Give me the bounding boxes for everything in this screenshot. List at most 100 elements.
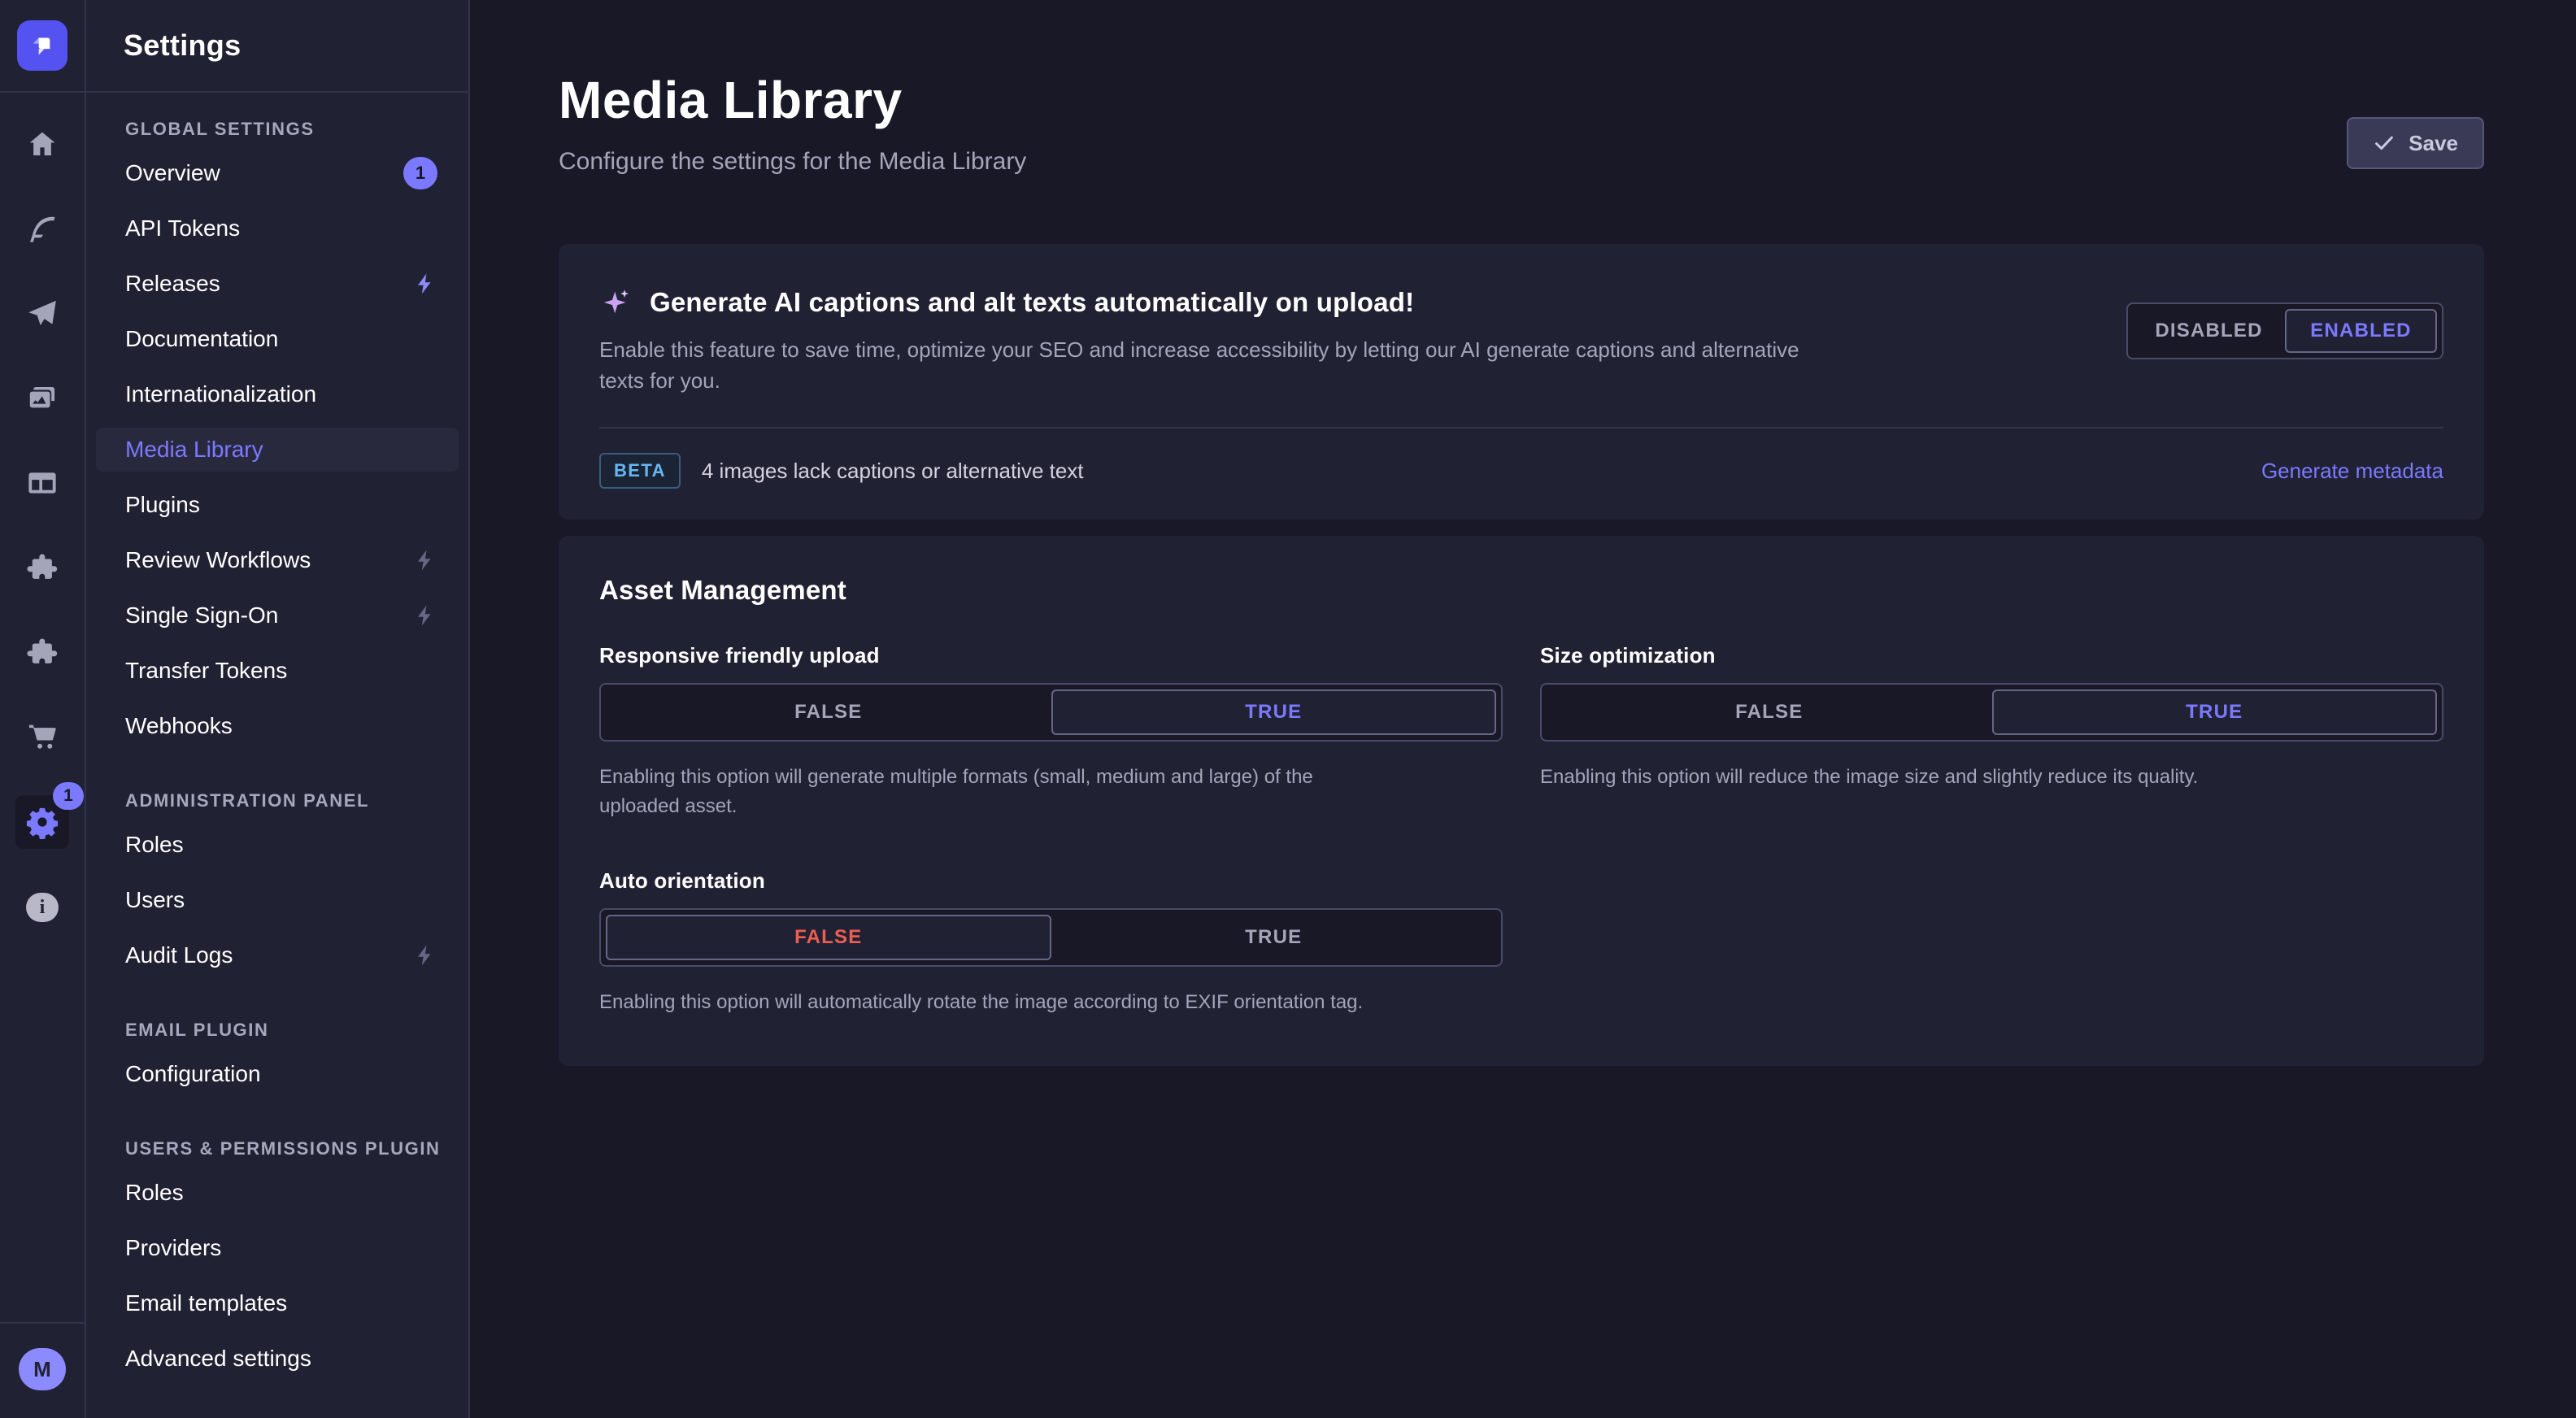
toggle-option-false[interactable]: FALSE xyxy=(606,915,1051,960)
home-icon xyxy=(25,128,59,162)
subnav-item-single-sign-on[interactable]: Single Sign-On xyxy=(96,594,459,637)
lightning-bolt-icon xyxy=(413,272,437,296)
setting-field-auto-orientation: Auto orientationFALSETRUEEnabling this o… xyxy=(599,868,1503,1017)
sparkle-icon xyxy=(599,286,632,319)
save-button[interactable]: Save xyxy=(2347,117,2484,169)
subnav-title: Settings xyxy=(124,28,241,63)
rail-media-images-button[interactable] xyxy=(23,379,62,418)
subnav-section-label: USERS & PERMISSIONS PLUGIN xyxy=(86,1138,468,1159)
toggle-option-false[interactable]: FALSE xyxy=(606,689,1051,735)
subnav-item-plugins[interactable]: Plugins xyxy=(96,483,459,527)
subnav-item-label: Email templates xyxy=(125,1290,287,1316)
page-header: Media Library Configure the settings for… xyxy=(559,70,2484,176)
lightning-bolt-icon xyxy=(413,548,437,572)
toggle-option-true[interactable]: TRUE xyxy=(1051,689,1497,735)
avatar-initial: M xyxy=(33,1357,51,1382)
setting-field-size-optimization: Size optimizationFALSETRUEEnabling this … xyxy=(1540,643,2443,821)
page-title: Media Library xyxy=(559,70,1026,130)
subnav-item-label: Webhooks xyxy=(125,713,233,739)
ai-enabled-toggle: DISABLEDENABLED xyxy=(2126,302,2443,359)
layout-icon xyxy=(25,466,59,500)
rail-settings-button[interactable]: 1 xyxy=(15,795,69,849)
check-icon xyxy=(2373,132,2395,154)
subnav-item-internationalization[interactable]: Internationalization xyxy=(96,372,459,416)
logo-area xyxy=(0,0,85,93)
user-avatar[interactable]: M xyxy=(19,1348,66,1390)
subnav-section: GLOBAL SETTINGS Overview 1 API Tokens Releas… xyxy=(86,119,468,748)
subnav-item-email-templates[interactable]: Email templates xyxy=(96,1281,459,1325)
toggle-option-true[interactable]: TRUE xyxy=(1992,689,2438,735)
rail-info-button[interactable]: i xyxy=(23,888,62,927)
subnav-item-documentation[interactable]: Documentation xyxy=(96,317,459,361)
strapi-logo[interactable] xyxy=(17,20,67,71)
subnav-item-providers[interactable]: Providers xyxy=(96,1226,459,1270)
subnav-item-advanced-settings[interactable]: Advanced settings xyxy=(96,1337,459,1381)
notification-count-badge: 1 xyxy=(403,157,437,189)
subnav-section: ADMINISTRATION PANEL Roles Users Audit Logs xyxy=(86,790,468,977)
subnav-item-media-library[interactable]: Media Library xyxy=(96,428,459,472)
subnav-header: Settings xyxy=(86,0,468,93)
subnav-item-releases[interactable]: Releases xyxy=(96,262,459,306)
subnav-item-transfer-tokens[interactable]: Transfer Tokens xyxy=(96,649,459,693)
toggle-option-true[interactable]: TRUE xyxy=(1051,915,1497,960)
subnav-item-label: Media Library xyxy=(125,437,263,463)
strapi-logo-icon xyxy=(26,29,59,62)
rail-home-button[interactable] xyxy=(23,125,62,164)
subnav-item-label: Roles xyxy=(125,1180,184,1206)
setting-field-responsive-friendly-upload: Responsive friendly uploadFALSETRUEEnabl… xyxy=(599,643,1503,821)
media-images-icon xyxy=(25,381,59,415)
subnav-item-label: Advanced settings xyxy=(125,1346,311,1372)
subnav-item-label: API Tokens xyxy=(125,215,240,241)
subnav-item-roles[interactable]: Roles xyxy=(96,823,459,867)
setting-field-label: Size optimization xyxy=(1540,643,2443,668)
subnav-item-label: Users xyxy=(125,887,185,913)
subnav-section-label: EMAIL PLUGIN xyxy=(86,1020,468,1041)
rail-puzzle-marketplace-button[interactable] xyxy=(23,633,62,672)
settings-notification-badge: 1 xyxy=(53,782,84,810)
subnav-item-api-tokens[interactable]: API Tokens xyxy=(96,207,459,250)
subnav-item-roles[interactable]: Roles xyxy=(96,1171,459,1215)
feather-icon xyxy=(25,212,59,246)
subnav-item-audit-logs[interactable]: Audit Logs xyxy=(96,933,459,977)
lightning-bolt-icon xyxy=(413,943,437,968)
rail-feather-button[interactable] xyxy=(23,210,62,249)
toggle-option-false[interactable]: FALSE xyxy=(1547,689,1992,735)
subnav-item-users[interactable]: Users xyxy=(96,878,459,922)
toggle-option-disabled[interactable]: DISABLED xyxy=(2133,309,2285,353)
rail-puzzle-button[interactable] xyxy=(23,548,62,587)
banner-status-text: 4 images lack captions or alternative te… xyxy=(702,459,1084,484)
rail-footer: M xyxy=(0,1322,85,1418)
subnav-item-label: Providers xyxy=(125,1235,221,1261)
subnav-sections: GLOBAL SETTINGS Overview 1 API Tokens Releas… xyxy=(86,119,468,1381)
subnav-item-label: Configuration xyxy=(125,1061,261,1087)
cart-icon xyxy=(25,720,59,754)
subnav-item-review-workflows[interactable]: Review Workflows xyxy=(96,538,459,582)
setting-field-label: Responsive friendly upload xyxy=(599,643,1503,668)
subnav-item-label: Releases xyxy=(125,271,220,297)
subnav-item-overview[interactable]: Overview 1 xyxy=(96,151,459,195)
subnav-section-label: GLOBAL SETTINGS xyxy=(86,119,468,140)
generate-metadata-link[interactable]: Generate metadata xyxy=(2261,459,2443,484)
toggle-option-enabled[interactable]: ENABLED xyxy=(2285,309,2437,353)
save-button-label: Save xyxy=(2408,131,2458,156)
banner-title: Generate AI captions and alt texts autom… xyxy=(650,287,1414,318)
rail-cart-button[interactable] xyxy=(23,717,62,756)
paper-plane-icon xyxy=(25,297,59,331)
subnav-section: EMAIL PLUGIN Configuration xyxy=(86,1020,468,1096)
subnav-section-label: ADMINISTRATION PANEL xyxy=(86,790,468,811)
rail-paper-plane-button[interactable] xyxy=(23,294,62,333)
banner-divider xyxy=(599,427,2443,428)
asset-management-card: Asset Management Responsive friendly upl… xyxy=(559,536,2484,1066)
subnav-item-label: Documentation xyxy=(125,326,278,352)
rail-layout-button[interactable] xyxy=(23,463,62,502)
subnav-item-label: Overview xyxy=(125,160,220,186)
boolean-toggle: FALSETRUE xyxy=(599,908,1503,967)
subnav-item-label: Plugins xyxy=(125,492,200,518)
subnav-item-webhooks[interactable]: Webhooks xyxy=(96,704,459,748)
gear-icon xyxy=(25,805,59,839)
ai-captions-banner: Generate AI captions and alt texts autom… xyxy=(559,244,2484,520)
subnav-item-configuration[interactable]: Configuration xyxy=(96,1052,459,1096)
subnav-item-label: Internationalization xyxy=(125,381,316,407)
asset-fields-grid: Responsive friendly uploadFALSETRUEEnabl… xyxy=(599,643,2443,1017)
page-subtitle: Configure the settings for the Media Lib… xyxy=(559,148,1026,176)
